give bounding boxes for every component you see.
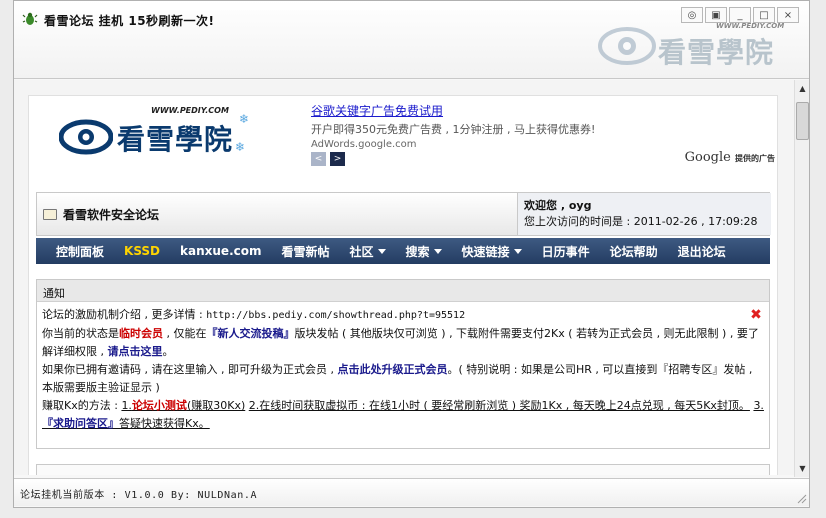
forum-page: WWW.PEDIY.COM 看雪學院 ❄ ❄ 谷歌关键字广告免费试用 开户即得3… (28, 95, 778, 475)
site-logo-url: WWW.PEDIY.COM (151, 106, 229, 115)
notice-title: 通知 (37, 280, 769, 302)
text-span: 。 (162, 345, 174, 358)
qa-board-link: 『求助问答区』 (42, 417, 119, 430)
text-span: 你当前的状态是 (42, 327, 119, 340)
ad-banner: 谷歌关键字广告免费试用 开户即得350元免费广告费 , 1分钟注册 , 马上获得… (311, 102, 781, 172)
nav-item-9[interactable]: 退出论坛 (668, 243, 736, 260)
last-visit-text: 您上次访问的时间是 : 2011-02-26 , 17:09:28 (524, 215, 758, 228)
skin-button[interactable]: ◎ (681, 7, 703, 23)
nav-item-7[interactable]: 日历事件 (532, 243, 600, 260)
chevron-down-icon (433, 248, 442, 254)
quiz-link: 论坛小测试 (131, 399, 187, 412)
chevron-down-icon (377, 248, 386, 254)
window-controls: ◎ ▣ _ □ × (681, 7, 799, 23)
snowflake-icon: ❄ (235, 140, 246, 154)
maximize-button[interactable]: □ (753, 7, 775, 23)
upgrade-member-link[interactable]: 点击此处升级正式会员 (337, 363, 447, 376)
scroll-up-icon[interactable]: ▲ (796, 82, 809, 95)
status-bar: 论坛挂机当前版本 : V1.0.0 By: NULDNan.A (14, 478, 809, 506)
earn-method-1[interactable]: 1.论坛小测试(赚取30Kx) (121, 399, 245, 412)
minimize-button[interactable]: _ (729, 7, 751, 23)
nav-bar: 控制面板 KSSD kanxue.com 看雪新帖 社区 搜索 快速链接 日历事件 论坛帮助 退出… (36, 238, 770, 264)
nav-item-label: 社区 (349, 244, 374, 259)
version-text: 论坛挂机当前版本 : V1.0.0 By: NULDNan.A (20, 490, 258, 501)
text-span: 1. (121, 399, 132, 412)
forum-header-bar: 看雪软件安全论坛 欢迎您 , oyg 您上次访问的时间是 : 2011-02-2… (36, 192, 771, 236)
nav-item-label: 论坛帮助 (609, 244, 658, 259)
nav-item-label: kanxue.com (180, 244, 262, 258)
notice-intro-label: 论坛的激励机制介绍 , 更多详情 : (42, 308, 207, 321)
text-span: 赚取Kx的方法 : (42, 399, 122, 412)
nav-item-label: 快速链接 (461, 244, 510, 259)
eye-logo-icon (59, 119, 113, 155)
nav-item-label: 退出论坛 (677, 244, 726, 259)
text-span: , 仅能在 (163, 327, 207, 340)
nav-item-label: 搜索 (405, 244, 430, 259)
site-logo-text: 看雪學院 (117, 123, 234, 156)
forum-name[interactable]: 看雪软件安全论坛 (43, 206, 159, 223)
member-status: 临时会员 (119, 327, 163, 340)
nav-item-6[interactable]: 快速链接 (452, 243, 532, 260)
nav-item-label: KSSD (124, 244, 161, 258)
resize-grip-icon[interactable] (795, 492, 807, 504)
ad-title-link[interactable]: 谷歌关键字广告免费试用 (311, 102, 781, 119)
nav-item-2[interactable]: kanxue.com (170, 244, 271, 258)
scroll-down-icon[interactable]: ▼ (796, 462, 809, 475)
google-provided-text: 提供的广告 (735, 154, 775, 163)
nav-item-1[interactable]: KSSD (114, 244, 170, 258)
app-window: 看雪论坛 挂机 15秒刷新一次! WWW.PEDIY.COM 看雪學院 ◎ ▣ … (13, 0, 810, 508)
forum-name-label: 看雪软件安全论坛 (63, 208, 160, 222)
lower-panel (36, 464, 770, 475)
nav-item-label: 看雪新帖 (281, 244, 330, 259)
close-button[interactable]: × (777, 7, 799, 23)
nav-item-5[interactable]: 搜索 (396, 243, 452, 260)
nav-item-label: 日历事件 (541, 244, 590, 259)
bug-icon (22, 12, 38, 25)
text-span: 3. (753, 399, 764, 412)
google-ads-label[interactable]: Google 提供的广告 (685, 150, 775, 165)
scroll-thumb[interactable] (796, 102, 809, 140)
nav-item-3[interactable]: 看雪新帖 (272, 243, 340, 260)
window-title: 看雪论坛 挂机 15秒刷新一次! (44, 14, 215, 28)
incentive-url-link[interactable]: http://bbs.pediy.com/showthread.php?t=95… (206, 310, 465, 321)
close-icon[interactable]: ✖ (749, 308, 763, 322)
ad-next-button[interactable]: > (330, 152, 345, 166)
text-span: 如果你已拥有邀请码 , 请在这里输入 , 即可升级为正式会员 , (42, 363, 338, 376)
vertical-scrollbar[interactable]: ▲ ▼ (794, 80, 809, 477)
google-logo: Google (684, 150, 731, 165)
title-logo: WWW.PEDIY.COM 看雪學院 (598, 19, 798, 71)
nav-item-0[interactable]: 控制面板 (46, 243, 114, 260)
title-logo-url: WWW.PEDIY.COM (716, 22, 785, 30)
nav-item-8[interactable]: 论坛帮助 (600, 243, 668, 260)
menu-button[interactable]: ▣ (705, 7, 727, 23)
ad-prev-button[interactable]: < (311, 152, 326, 166)
notice-intro: 论坛的激励机制介绍 , 更多详情 : http://bbs.pediy.com/… (42, 306, 764, 325)
permission-details-link[interactable]: 请点击这里 (108, 345, 163, 358)
ad-pager: < > (311, 152, 345, 166)
notice-earn-paragraph: 赚取Kx的方法 : 1.论坛小测试(赚取30Kx) 2.在线时间获取虚拟币 : … (42, 397, 764, 433)
newbie-board-link[interactable]: 『新人交流投稿』 (207, 327, 295, 340)
notice-invite-paragraph: 如果你已拥有邀请码 , 请在这里输入 , 即可升级为正式会员 , 点击此处升级正… (42, 361, 764, 397)
nav-item-label: 控制面板 (56, 244, 105, 259)
text-span: (赚取30Kx) (186, 399, 246, 412)
eye-logo-icon (598, 27, 656, 65)
title-logo-text: 看雪學院 (658, 36, 775, 69)
site-logo[interactable]: WWW.PEDIY.COM 看雪學院 ❄ ❄ (59, 106, 249, 166)
browser-content: WWW.PEDIY.COM 看雪學院 ❄ ❄ 谷歌关键字广告免费试用 开户即得3… (14, 80, 794, 475)
text-span: 答疑快速获得Kx。 (119, 417, 210, 430)
nav-item-4[interactable]: 社区 (340, 243, 396, 260)
chevron-down-icon (513, 248, 522, 254)
snowflake-icon: ❄ (239, 112, 250, 126)
title-bar[interactable]: 看雪论坛 挂机 15秒刷新一次! WWW.PEDIY.COM 看雪學院 ◎ ▣ … (14, 1, 809, 79)
notice-status-paragraph: 你当前的状态是临时会员 , 仅能在『新人交流投稿』版块发帖 ( 其他版块仅可浏览… (42, 325, 764, 361)
notice-body: 论坛的激励机制介绍 , 更多详情 : http://bbs.pediy.com/… (37, 302, 769, 437)
ad-description: 开户即得350元免费广告费 , 1分钟注册 , 马上获得优惠券! (311, 123, 596, 136)
earn-method-2[interactable]: 2.在线时间获取虚拟币 : 在线1小时 ( 要经常刷新浏览 ) 奖励1Kx , … (249, 399, 750, 412)
ad-url[interactable]: AdWords.google.com (311, 139, 781, 150)
welcome-text: 欢迎您 , oyg (524, 199, 592, 212)
welcome-panel: 欢迎您 , oyg 您上次访问的时间是 : 2011-02-26 , 17:09… (517, 193, 771, 235)
folder-icon (43, 209, 57, 220)
notice-panel: 通知 ✖ 论坛的激励机制介绍 , 更多详情 : http://bbs.pediy… (36, 279, 770, 449)
